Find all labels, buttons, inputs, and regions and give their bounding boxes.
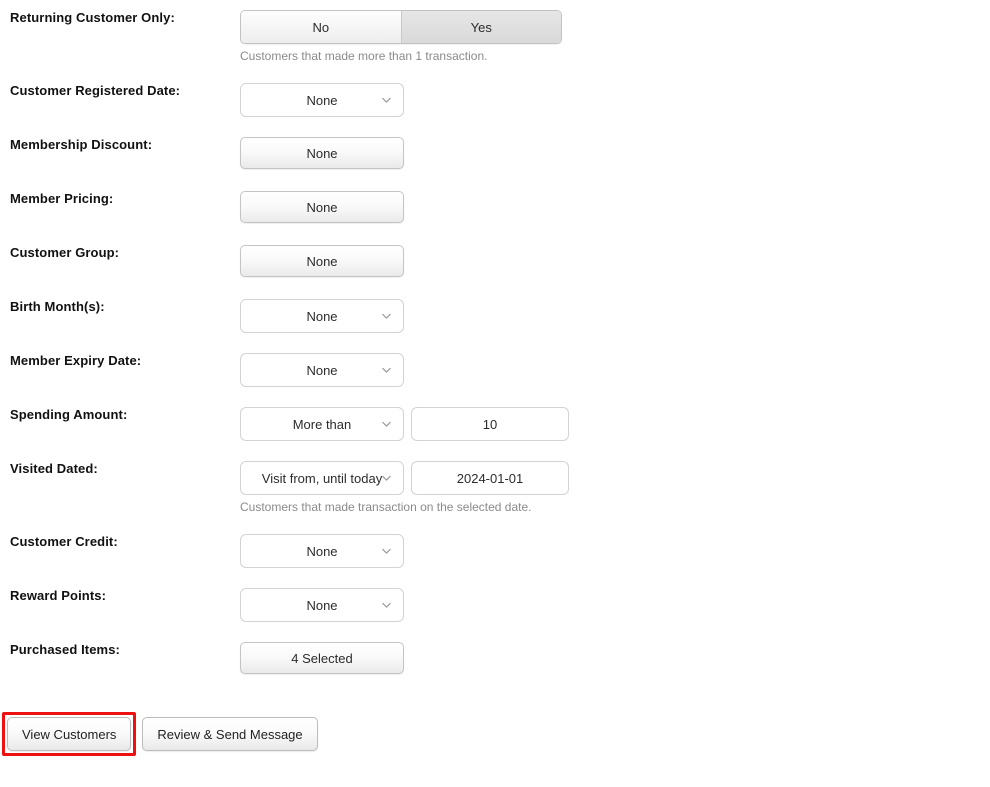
select-member-expiry-date[interactable]: None xyxy=(240,353,404,387)
chevron-down-icon xyxy=(382,313,391,319)
footer-action-bar: View Customers Review & Send Message xyxy=(0,712,318,756)
form-row: Customer Group: None xyxy=(0,245,990,277)
select-value-spending-amount: More than xyxy=(292,416,352,432)
control-group-spending-amount: More than xyxy=(240,407,990,441)
input-visited-dated[interactable] xyxy=(411,461,569,495)
form-row: Customer Registered Date: None xyxy=(0,83,990,117)
control-group-member-pricing: None xyxy=(240,191,990,223)
toggle-returning-customer-only[interactable]: No Yes xyxy=(240,10,562,44)
select-value-customer-credit: None xyxy=(306,543,338,559)
label-reward-points: Reward Points: xyxy=(10,588,107,603)
select-birth-months[interactable]: None xyxy=(240,299,404,333)
control-group-member-expiry-date: None xyxy=(240,353,990,387)
label-visited-dated: Visited Dated: xyxy=(10,461,98,476)
view-customers-button[interactable]: View Customers xyxy=(7,717,132,751)
select-visited-dated[interactable]: Visit from, until today xyxy=(240,461,404,495)
input-spending-amount[interactable] xyxy=(411,407,569,441)
control-group-purchased-items: 4 Selected xyxy=(240,642,990,674)
button-customer-group[interactable]: None xyxy=(240,245,404,277)
control-group-reward-points: None xyxy=(240,588,990,622)
control-line: None xyxy=(240,588,990,622)
form-row: Member Pricing: None xyxy=(0,191,990,223)
label-returning-customer-only: Returning Customer Only: xyxy=(10,10,175,25)
button-member-pricing[interactable]: None xyxy=(240,191,404,223)
select-value-member-expiry-date: None xyxy=(306,362,338,378)
form-row: Visited Dated: Visit from, until today Cus… xyxy=(0,461,990,514)
control-line: None xyxy=(240,299,990,333)
chevron-down-icon xyxy=(382,602,391,608)
form-row: Member Expiry Date: None xyxy=(0,353,990,387)
select-value-customer-registered-date: None xyxy=(306,92,338,108)
select-customer-registered-date[interactable]: None xyxy=(240,83,404,117)
control-line: None xyxy=(240,137,990,169)
select-value-visited-dated: Visit from, until today xyxy=(261,470,383,486)
label-spending-amount: Spending Amount: xyxy=(10,407,128,422)
toggle-option-no[interactable]: No xyxy=(241,11,401,43)
form-row: Reward Points: None xyxy=(0,588,990,622)
control-group-membership-discount: None xyxy=(240,137,990,169)
label-customer-group: Customer Group: xyxy=(10,245,120,260)
form-row: Birth Month(s): None xyxy=(0,299,990,333)
form-row: Spending Amount: More than xyxy=(0,407,990,441)
control-line: No Yes xyxy=(240,10,990,44)
control-line: None xyxy=(240,83,990,117)
label-member-expiry-date: Member Expiry Date: xyxy=(10,353,142,368)
control-line: None xyxy=(240,534,990,568)
form-row: Purchased Items: 4 Selected xyxy=(0,642,990,674)
chevron-down-icon xyxy=(382,97,391,103)
label-membership-discount: Membership Discount: xyxy=(10,137,153,152)
chevron-down-icon xyxy=(382,548,391,554)
select-reward-points[interactable]: None xyxy=(240,588,404,622)
select-customer-credit[interactable]: None xyxy=(240,534,404,568)
form-row: Membership Discount: None xyxy=(0,137,990,169)
control-line: 4 Selected xyxy=(240,642,990,674)
control-group-customer-group: None xyxy=(240,245,990,277)
help-text-visited-dated: Customers that made transaction on the s… xyxy=(240,500,532,514)
chevron-down-icon xyxy=(382,421,391,427)
select-value-reward-points: None xyxy=(306,597,338,613)
view-customers-highlight: View Customers xyxy=(2,712,137,756)
control-line: Visit from, until today xyxy=(240,461,990,495)
form-row: Returning Customer Only: No Yes Customers t… xyxy=(0,10,990,63)
control-group-visited-dated: Visit from, until today Customers that ma… xyxy=(240,461,990,514)
select-value-birth-months: None xyxy=(306,308,338,324)
select-spending-amount[interactable]: More than xyxy=(240,407,404,441)
control-line: None xyxy=(240,245,990,277)
label-purchased-items: Purchased Items: xyxy=(10,642,120,657)
review-and-send-message-button[interactable]: Review & Send Message xyxy=(142,717,318,751)
chevron-down-icon xyxy=(382,367,391,373)
toggle-option-yes[interactable]: Yes xyxy=(400,11,561,43)
label-customer-registered-date: Customer Registered Date: xyxy=(10,83,181,98)
help-text-returning-customer-only: Customers that made more than 1 transact… xyxy=(240,49,488,63)
control-group-birth-months: None xyxy=(240,299,990,333)
form-row: Customer Credit: None xyxy=(0,534,990,568)
control-group-customer-credit: None xyxy=(240,534,990,568)
control-line: None xyxy=(240,191,990,223)
chevron-down-icon xyxy=(382,475,391,481)
button-membership-discount[interactable]: None xyxy=(240,137,404,169)
control-group-customer-registered-date: None xyxy=(240,83,990,117)
label-member-pricing: Member Pricing: xyxy=(10,191,114,206)
button-purchased-items[interactable]: 4 Selected xyxy=(240,642,404,674)
control-line: More than xyxy=(240,407,990,441)
control-group-returning-customer-only: No Yes Customers that made more than 1 tra… xyxy=(240,10,990,63)
label-birth-months: Birth Month(s): xyxy=(10,299,105,314)
label-customer-credit: Customer Credit: xyxy=(10,534,118,549)
control-line: None xyxy=(240,353,990,387)
